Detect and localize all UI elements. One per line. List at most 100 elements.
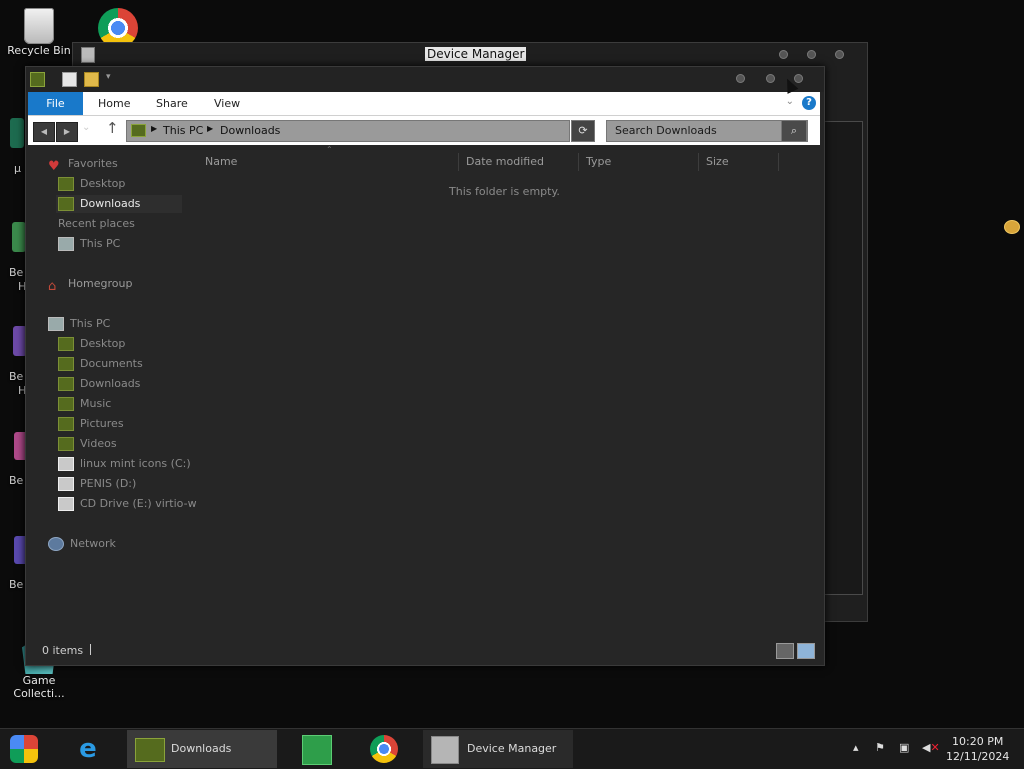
downloads-folder-icon (58, 197, 74, 211)
status-divider (90, 644, 91, 655)
device-manager-title: Device Manager (425, 47, 527, 61)
refresh-button[interactable]: ⟳ (571, 120, 595, 142)
desktop-stub-label: Be (9, 474, 24, 487)
search-input[interactable]: Search Downloads (606, 120, 808, 142)
nav-label: Desktop (80, 177, 126, 190)
maximize-icon[interactable] (766, 74, 775, 83)
recycle-bin-icon[interactable]: Recycle Bin (5, 8, 73, 57)
nav-label: Downloads (80, 377, 141, 390)
desktop-stub-label: Be (9, 370, 24, 383)
help-icon[interactable]: ? (802, 96, 816, 110)
heart-icon: ♥ (48, 159, 60, 174)
cd-drive-icon (58, 497, 74, 511)
nav-label: PENIS (D:) (80, 477, 137, 490)
tab-view[interactable]: View (214, 92, 240, 115)
up-arrow-icon[interactable]: ↑ (106, 119, 119, 137)
column-size[interactable]: Size (706, 153, 729, 171)
nav-pc-music[interactable]: Music (58, 395, 111, 413)
nav-fav-desktop[interactable]: Desktop (58, 175, 125, 193)
nav-label: Videos (80, 437, 117, 450)
new-folder-icon[interactable] (84, 72, 99, 87)
properties-icon[interactable] (62, 72, 77, 87)
nav-drive-d[interactable]: PENIS (D:) (58, 475, 136, 493)
search-icon[interactable]: ⌕ (781, 120, 807, 142)
tab-home[interactable]: Home (98, 92, 130, 115)
flag-icon[interactable]: ⚑ (875, 741, 885, 754)
nav-fav-recent[interactable]: Recent places (58, 215, 1020, 234)
nav-pc-desktop[interactable]: Desktop (58, 335, 125, 353)
breadcrumb-downloads[interactable]: Downloads (220, 124, 280, 137)
network-tray-icon[interactable]: ▣ (899, 741, 909, 754)
search-placeholder: Search Downloads (615, 124, 717, 137)
column-separator (458, 153, 459, 171)
column-separator (578, 153, 579, 171)
homegroup-icon: ⌂ (48, 279, 57, 294)
details-view-icon[interactable] (776, 643, 794, 659)
desktop-app-icon[interactable] (10, 118, 24, 148)
recent-locations-icon[interactable]: ⌄ (82, 122, 90, 133)
start-button[interactable] (10, 735, 38, 763)
minimize-icon[interactable] (736, 74, 745, 83)
clock-time: 10:20 PM (952, 735, 1004, 748)
nav-pc-videos[interactable]: Videos (58, 435, 117, 453)
column-name[interactable]: Name (205, 153, 237, 171)
column-type[interactable]: Type (586, 153, 611, 171)
nav-drive-c[interactable]: linux mint icons (C:) (58, 455, 191, 473)
internet-explorer-icon[interactable]: e (74, 735, 102, 763)
column-date-modified[interactable]: Date modified (466, 153, 544, 171)
forward-button[interactable]: ▶ (56, 122, 78, 142)
explorer-window[interactable]: ▾ File Home Share View ⌄ ? ◀ ▶ ⌄ ↑ ▶ Thi… (25, 66, 1020, 666)
chevron-right-icon: ▶ (207, 124, 214, 133)
hard-drive-icon (58, 457, 74, 471)
taskbar-downloads-label: Downloads (171, 742, 232, 755)
game-collection-label-2: Collecti... (13, 687, 65, 700)
address-bar[interactable]: ▶ This PC ▶ Downloads (126, 120, 570, 142)
show-hidden-icons[interactable]: ▴ (853, 741, 859, 754)
close-icon[interactable] (835, 50, 844, 59)
chrome-taskbar-icon[interactable] (370, 735, 398, 763)
nav-homegroup[interactable]: ⌂ Homegroup (48, 275, 133, 294)
nav-fav-thispc[interactable]: This PC (58, 235, 120, 253)
minimize-icon[interactable] (779, 50, 788, 59)
desktop-folder-icon (58, 177, 74, 191)
maximize-icon[interactable] (807, 50, 816, 59)
recycle-bin-label: Recycle Bin (7, 44, 71, 57)
store-icon[interactable] (302, 735, 332, 765)
back-button[interactable]: ◀ (33, 122, 55, 142)
volume-muted-icon[interactable]: ◀✕ (922, 741, 940, 754)
desktop-app-icon[interactable] (12, 222, 26, 252)
taskbar-downloads[interactable]: Downloads (127, 730, 277, 768)
nav-thispc[interactable]: This PC (48, 315, 110, 333)
navigation-pane: ♥ Favorites Desktop Downloads Recent plac… (26, 149, 1020, 629)
tab-share[interactable]: Share (156, 92, 188, 115)
chevron-down-icon[interactable]: ▾ (106, 72, 111, 82)
nav-label: Pictures (80, 417, 124, 430)
sort-chevron-icon: ⌃ (326, 145, 333, 154)
nav-pc-pictures[interactable]: Pictures (58, 415, 124, 433)
nav-network[interactable]: Network (48, 535, 116, 553)
nav-drive-e[interactable]: CD Drive (E:) virtio-w (58, 495, 197, 513)
downloads-folder-icon (58, 377, 74, 391)
large-icons-view-icon[interactable] (797, 643, 815, 659)
documents-folder-icon (58, 357, 74, 371)
clock-icon (1004, 220, 1020, 234)
breadcrumb-this-pc[interactable]: This PC (163, 124, 203, 137)
taskbar-device-manager[interactable]: Device Manager (423, 730, 573, 768)
nav-pc-documents[interactable]: Documents (58, 355, 143, 373)
nav-fav-downloads[interactable]: Downloads (58, 195, 140, 213)
desktop-stub-label: Be (9, 578, 24, 591)
expand-ribbon-icon[interactable]: ⌄ (786, 96, 794, 107)
folder-icon (131, 124, 146, 137)
computer-icon (58, 237, 74, 251)
game-collection-label-1: Game (22, 674, 56, 687)
tab-file[interactable]: File (28, 92, 83, 115)
system-clock[interactable]: 10:20 PM 12/11/2024 (946, 734, 1009, 764)
nav-label: Music (80, 397, 112, 410)
nav-label: Homegroup (68, 277, 133, 290)
nav-label: Network (70, 537, 116, 550)
nav-favorites[interactable]: ♥ Favorites (48, 155, 118, 174)
drive-icon (58, 477, 74, 491)
nav-pc-downloads[interactable]: Downloads (58, 375, 140, 393)
device-manager-icon (431, 736, 459, 764)
network-icon (48, 537, 64, 551)
